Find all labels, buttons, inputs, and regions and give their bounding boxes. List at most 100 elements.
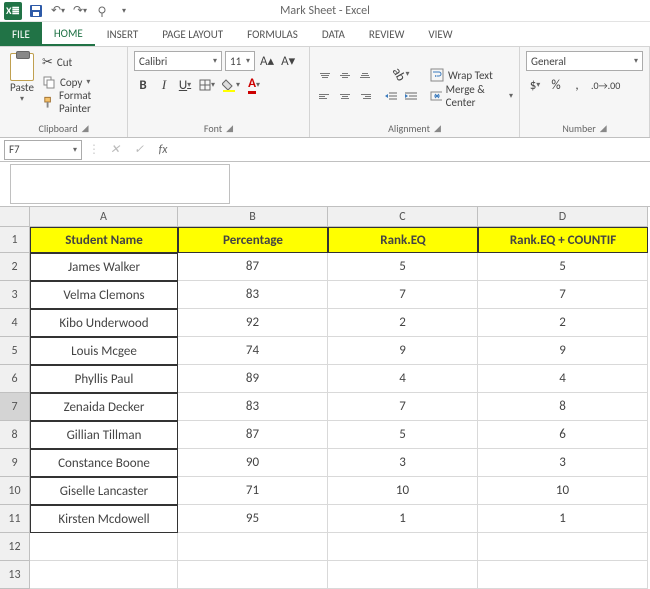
- row-header-8[interactable]: 8: [0, 421, 30, 449]
- increase-indent-button[interactable]: [402, 87, 420, 107]
- number-format-select[interactable]: General▾: [526, 51, 643, 71]
- tab-page-layout[interactable]: PAGE LAYOUT: [150, 22, 235, 46]
- header-rank-eq[interactable]: Rank.EQ: [328, 227, 478, 253]
- comma-button[interactable]: ,: [568, 75, 586, 95]
- cell-percentage[interactable]: 90: [178, 449, 328, 477]
- number-dialog-launcher[interactable]: ◢: [600, 123, 607, 134]
- merge-center-button[interactable]: Merge & Center▾: [430, 87, 513, 105]
- row-header-9[interactable]: 9: [0, 449, 30, 477]
- enter-formula-button[interactable]: ✓: [130, 141, 148, 159]
- align-bottom-button[interactable]: [356, 66, 374, 84]
- tab-insert[interactable]: INSERT: [95, 22, 151, 46]
- cell-name[interactable]: Constance Boone: [30, 449, 178, 477]
- row-header-5[interactable]: 5: [0, 337, 30, 365]
- increase-font-button[interactable]: A▴: [258, 51, 276, 71]
- cell-percentage[interactable]: 83: [178, 281, 328, 309]
- borders-button[interactable]: ▾: [197, 75, 217, 95]
- header-percentage[interactable]: Percentage: [178, 227, 328, 253]
- cell-rank-countif[interactable]: 8: [478, 393, 648, 421]
- increase-decimal-button[interactable]: .0→.00: [589, 75, 622, 95]
- currency-button[interactable]: $▾: [526, 75, 544, 95]
- header-student-name[interactable]: Student Name: [30, 227, 178, 253]
- cell-rank-eq[interactable]: 7: [328, 281, 478, 309]
- col-header-D[interactable]: D: [478, 207, 648, 227]
- tab-file[interactable]: FILE: [0, 22, 42, 46]
- cell-percentage[interactable]: 74: [178, 337, 328, 365]
- cut-button[interactable]: ✂Cut: [42, 53, 121, 71]
- align-middle-button[interactable]: [336, 66, 354, 84]
- align-left-button[interactable]: [316, 87, 334, 105]
- cell-rank-eq[interactable]: 2: [328, 309, 478, 337]
- cell-name[interactable]: Zenaida Decker: [30, 393, 178, 421]
- cell-rank-countif[interactable]: 5: [478, 253, 648, 281]
- undo-button[interactable]: ↶▾: [50, 3, 66, 19]
- qat-customize-button[interactable]: ▾: [116, 3, 132, 19]
- cell-rank-eq[interactable]: 9: [328, 337, 478, 365]
- cell-percentage[interactable]: 87: [178, 253, 328, 281]
- cell-name[interactable]: Velma Clemons: [30, 281, 178, 309]
- underline-button[interactable]: U▾: [176, 75, 194, 95]
- col-header-B[interactable]: B: [178, 207, 328, 227]
- cell-percentage[interactable]: 89: [178, 365, 328, 393]
- decrease-indent-button[interactable]: [382, 87, 400, 107]
- cell-percentage[interactable]: 87: [178, 421, 328, 449]
- cell-rank-eq[interactable]: 7: [328, 393, 478, 421]
- row-header-4[interactable]: 4: [0, 309, 30, 337]
- align-right-button[interactable]: [356, 87, 374, 105]
- cell[interactable]: [328, 533, 478, 561]
- cell-rank-eq[interactable]: 4: [328, 365, 478, 393]
- cell-rank-eq[interactable]: 1: [328, 505, 478, 533]
- font-size-select[interactable]: 11▾: [225, 51, 255, 71]
- touch-mode-button[interactable]: [94, 3, 110, 19]
- row-header-1[interactable]: 1: [0, 227, 30, 253]
- font-name-select[interactable]: Calibri▾: [134, 51, 222, 71]
- row-header-3[interactable]: 3: [0, 281, 30, 309]
- cell-rank-eq[interactable]: 5: [328, 421, 478, 449]
- spreadsheet-grid[interactable]: A B C D 1 Student Name Percentage Rank.E…: [0, 207, 650, 589]
- save-button[interactable]: [28, 3, 44, 19]
- cell-rank-eq[interactable]: 3: [328, 449, 478, 477]
- cell-name[interactable]: Gillian Tillman: [30, 421, 178, 449]
- cell-name[interactable]: Phyllis Paul: [30, 365, 178, 393]
- cell-percentage[interactable]: 83: [178, 393, 328, 421]
- align-center-button[interactable]: [336, 87, 354, 105]
- italic-button[interactable]: I: [155, 75, 173, 95]
- font-color-button[interactable]: A▾: [245, 75, 263, 95]
- cell-percentage[interactable]: 92: [178, 309, 328, 337]
- orientation-button[interactable]: ab▾: [382, 64, 420, 84]
- cell-rank-countif[interactable]: 10: [478, 477, 648, 505]
- select-all-corner[interactable]: [0, 207, 30, 227]
- cell[interactable]: [328, 561, 478, 589]
- name-box[interactable]: F7▾: [4, 140, 82, 160]
- col-header-A[interactable]: A: [30, 207, 178, 227]
- cell-percentage[interactable]: 95: [178, 505, 328, 533]
- tab-home[interactable]: HOME: [42, 22, 95, 46]
- cell-rank-eq[interactable]: 5: [328, 253, 478, 281]
- clipboard-dialog-launcher[interactable]: ◢: [82, 123, 89, 134]
- tab-data[interactable]: DATA: [310, 22, 357, 46]
- tab-formulas[interactable]: FORMULAS: [235, 22, 310, 46]
- cell-name[interactable]: Louis Mcgee: [30, 337, 178, 365]
- fx-button[interactable]: fx: [154, 141, 172, 159]
- cell-percentage[interactable]: 71: [178, 477, 328, 505]
- cell-rank-countif[interactable]: 6: [478, 421, 648, 449]
- row-header-10[interactable]: 10: [0, 477, 30, 505]
- cell-rank-countif[interactable]: 4: [478, 365, 648, 393]
- row-header-7[interactable]: 7: [0, 393, 30, 421]
- percent-button[interactable]: %: [547, 75, 565, 95]
- cell-rank-countif[interactable]: 9: [478, 337, 648, 365]
- cell-rank-countif[interactable]: 1: [478, 505, 648, 533]
- cell-name[interactable]: Kirsten Mcdowell: [30, 505, 178, 533]
- paste-button[interactable]: Paste ▾: [6, 51, 38, 106]
- col-header-C[interactable]: C: [328, 207, 478, 227]
- cell[interactable]: [478, 533, 648, 561]
- cancel-formula-button[interactable]: ✕: [106, 141, 124, 159]
- format-painter-button[interactable]: Format Painter: [42, 93, 121, 111]
- cell[interactable]: [178, 533, 328, 561]
- formula-input[interactable]: [10, 164, 230, 204]
- row-header-12[interactable]: 12: [0, 533, 30, 561]
- alignment-dialog-launcher[interactable]: ◢: [434, 123, 441, 134]
- cell-name[interactable]: Giselle Lancaster: [30, 477, 178, 505]
- row-header-11[interactable]: 11: [0, 505, 30, 533]
- decrease-font-button[interactable]: A▾: [279, 51, 297, 71]
